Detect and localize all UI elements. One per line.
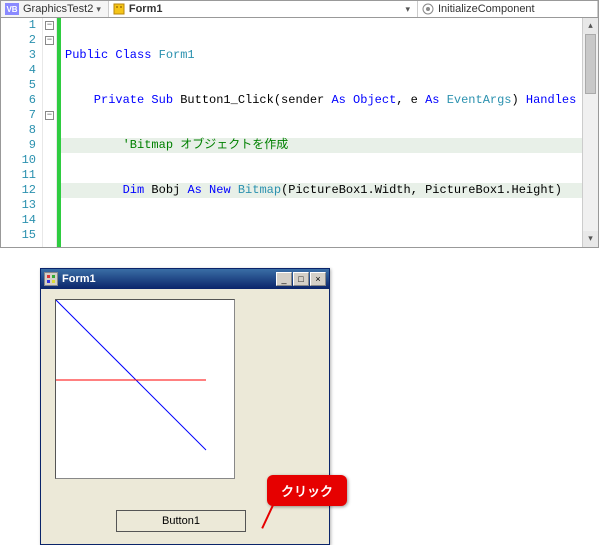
code-text: Bitmap xyxy=(238,183,281,197)
line-number: 15 xyxy=(1,228,36,243)
code-text: (PictureBox1.Width, PictureBox1.Height) xyxy=(281,183,562,197)
minimize-button[interactable]: _ xyxy=(276,272,292,286)
click-callout: クリック xyxy=(267,475,347,506)
line-number: 1 xyxy=(1,18,36,33)
callout-pointer xyxy=(261,503,275,529)
line-number: 5 xyxy=(1,78,36,93)
method-icon xyxy=(422,3,434,15)
code-text: , e xyxy=(396,93,425,107)
fold-toggle[interactable]: − xyxy=(45,21,54,30)
chevron-down-icon: ▾ xyxy=(402,4,413,15)
picturebox1 xyxy=(55,299,235,479)
class-dropdown[interactable]: Form1 ▾ xyxy=(109,1,418,17)
line-number: 6 xyxy=(1,93,36,108)
code-text: ) xyxy=(512,93,526,107)
project-name: GraphicsTest2 xyxy=(23,3,93,15)
code-text: 'Bitmap オブジェクトを作成 xyxy=(65,138,288,152)
titlebar[interactable]: Form1 _ □ × xyxy=(41,269,329,289)
code-editor: 1 2 3 4 5 6 7 8 9 10 11 12 13 14 15 − − … xyxy=(0,18,599,248)
line-number: 3 xyxy=(1,48,36,63)
form-preview-wrap: Form1 _ □ × Button1 クリック xyxy=(40,268,330,545)
code-text: Handles xyxy=(526,93,582,107)
line-number: 8 xyxy=(1,123,36,138)
code-text: Form1 xyxy=(159,48,195,62)
line-number: 11 xyxy=(1,168,36,183)
chevron-down-icon: ▾ xyxy=(93,4,104,15)
code-text: As New xyxy=(187,183,237,197)
code-text: As Object xyxy=(331,93,396,107)
fold-toggle[interactable]: − xyxy=(45,111,54,120)
method-name: InitializeComponent xyxy=(438,3,535,15)
maximize-button[interactable]: □ xyxy=(293,272,309,286)
callout-label: クリック xyxy=(267,475,347,506)
project-dropdown[interactable]: VB GraphicsTest2 ▾ xyxy=(1,1,109,17)
line-number: 9 xyxy=(1,138,36,153)
form-client-area: Button1 クリック xyxy=(41,289,329,544)
code-area[interactable]: Public Class Form1 Private Sub Button1_C… xyxy=(61,18,582,247)
code-text: EventArgs xyxy=(447,93,512,107)
window-title: Form1 xyxy=(62,273,276,285)
bitmap-render xyxy=(56,300,236,480)
close-button[interactable]: × xyxy=(310,272,326,286)
scroll-up-button[interactable]: ▴ xyxy=(583,18,598,34)
line-number: 4 xyxy=(1,63,36,78)
code-text: As xyxy=(425,93,447,107)
line-number: 12 xyxy=(1,183,36,198)
window-controls: _ □ × xyxy=(276,272,326,286)
method-dropdown[interactable]: InitializeComponent xyxy=(418,1,598,17)
button1[interactable]: Button1 xyxy=(116,510,246,532)
line-number: 14 xyxy=(1,213,36,228)
line-number-gutter: 1 2 3 4 5 6 7 8 9 10 11 12 13 14 15 xyxy=(1,18,43,247)
code-text: Bobj xyxy=(151,183,187,197)
line-number: 2 xyxy=(1,33,36,48)
code-text: Dim xyxy=(65,183,151,197)
vertical-scrollbar[interactable]: ▴ ▾ xyxy=(582,18,598,247)
fold-toggle[interactable]: − xyxy=(45,36,54,45)
line-number: 13 xyxy=(1,198,36,213)
form-window: Form1 _ □ × Button1 クリック xyxy=(40,268,330,545)
code-text: Public Class xyxy=(65,48,159,62)
class-icon xyxy=(113,3,125,15)
line-number: 10 xyxy=(1,153,36,168)
fold-column: − − − xyxy=(43,18,57,247)
code-text: Button1_Click(sender xyxy=(180,93,331,107)
editor-nav-bar: VB GraphicsTest2 ▾ Form1 ▾ InitializeCom… xyxy=(0,0,599,18)
vb-icon: VB xyxy=(5,3,19,15)
class-name: Form1 xyxy=(129,3,163,15)
code-text: Private Sub xyxy=(65,93,180,107)
line-number: 7 xyxy=(1,108,36,123)
scrollbar-thumb[interactable] xyxy=(585,34,596,94)
app-icon xyxy=(44,272,58,286)
scroll-down-button[interactable]: ▾ xyxy=(583,231,598,247)
